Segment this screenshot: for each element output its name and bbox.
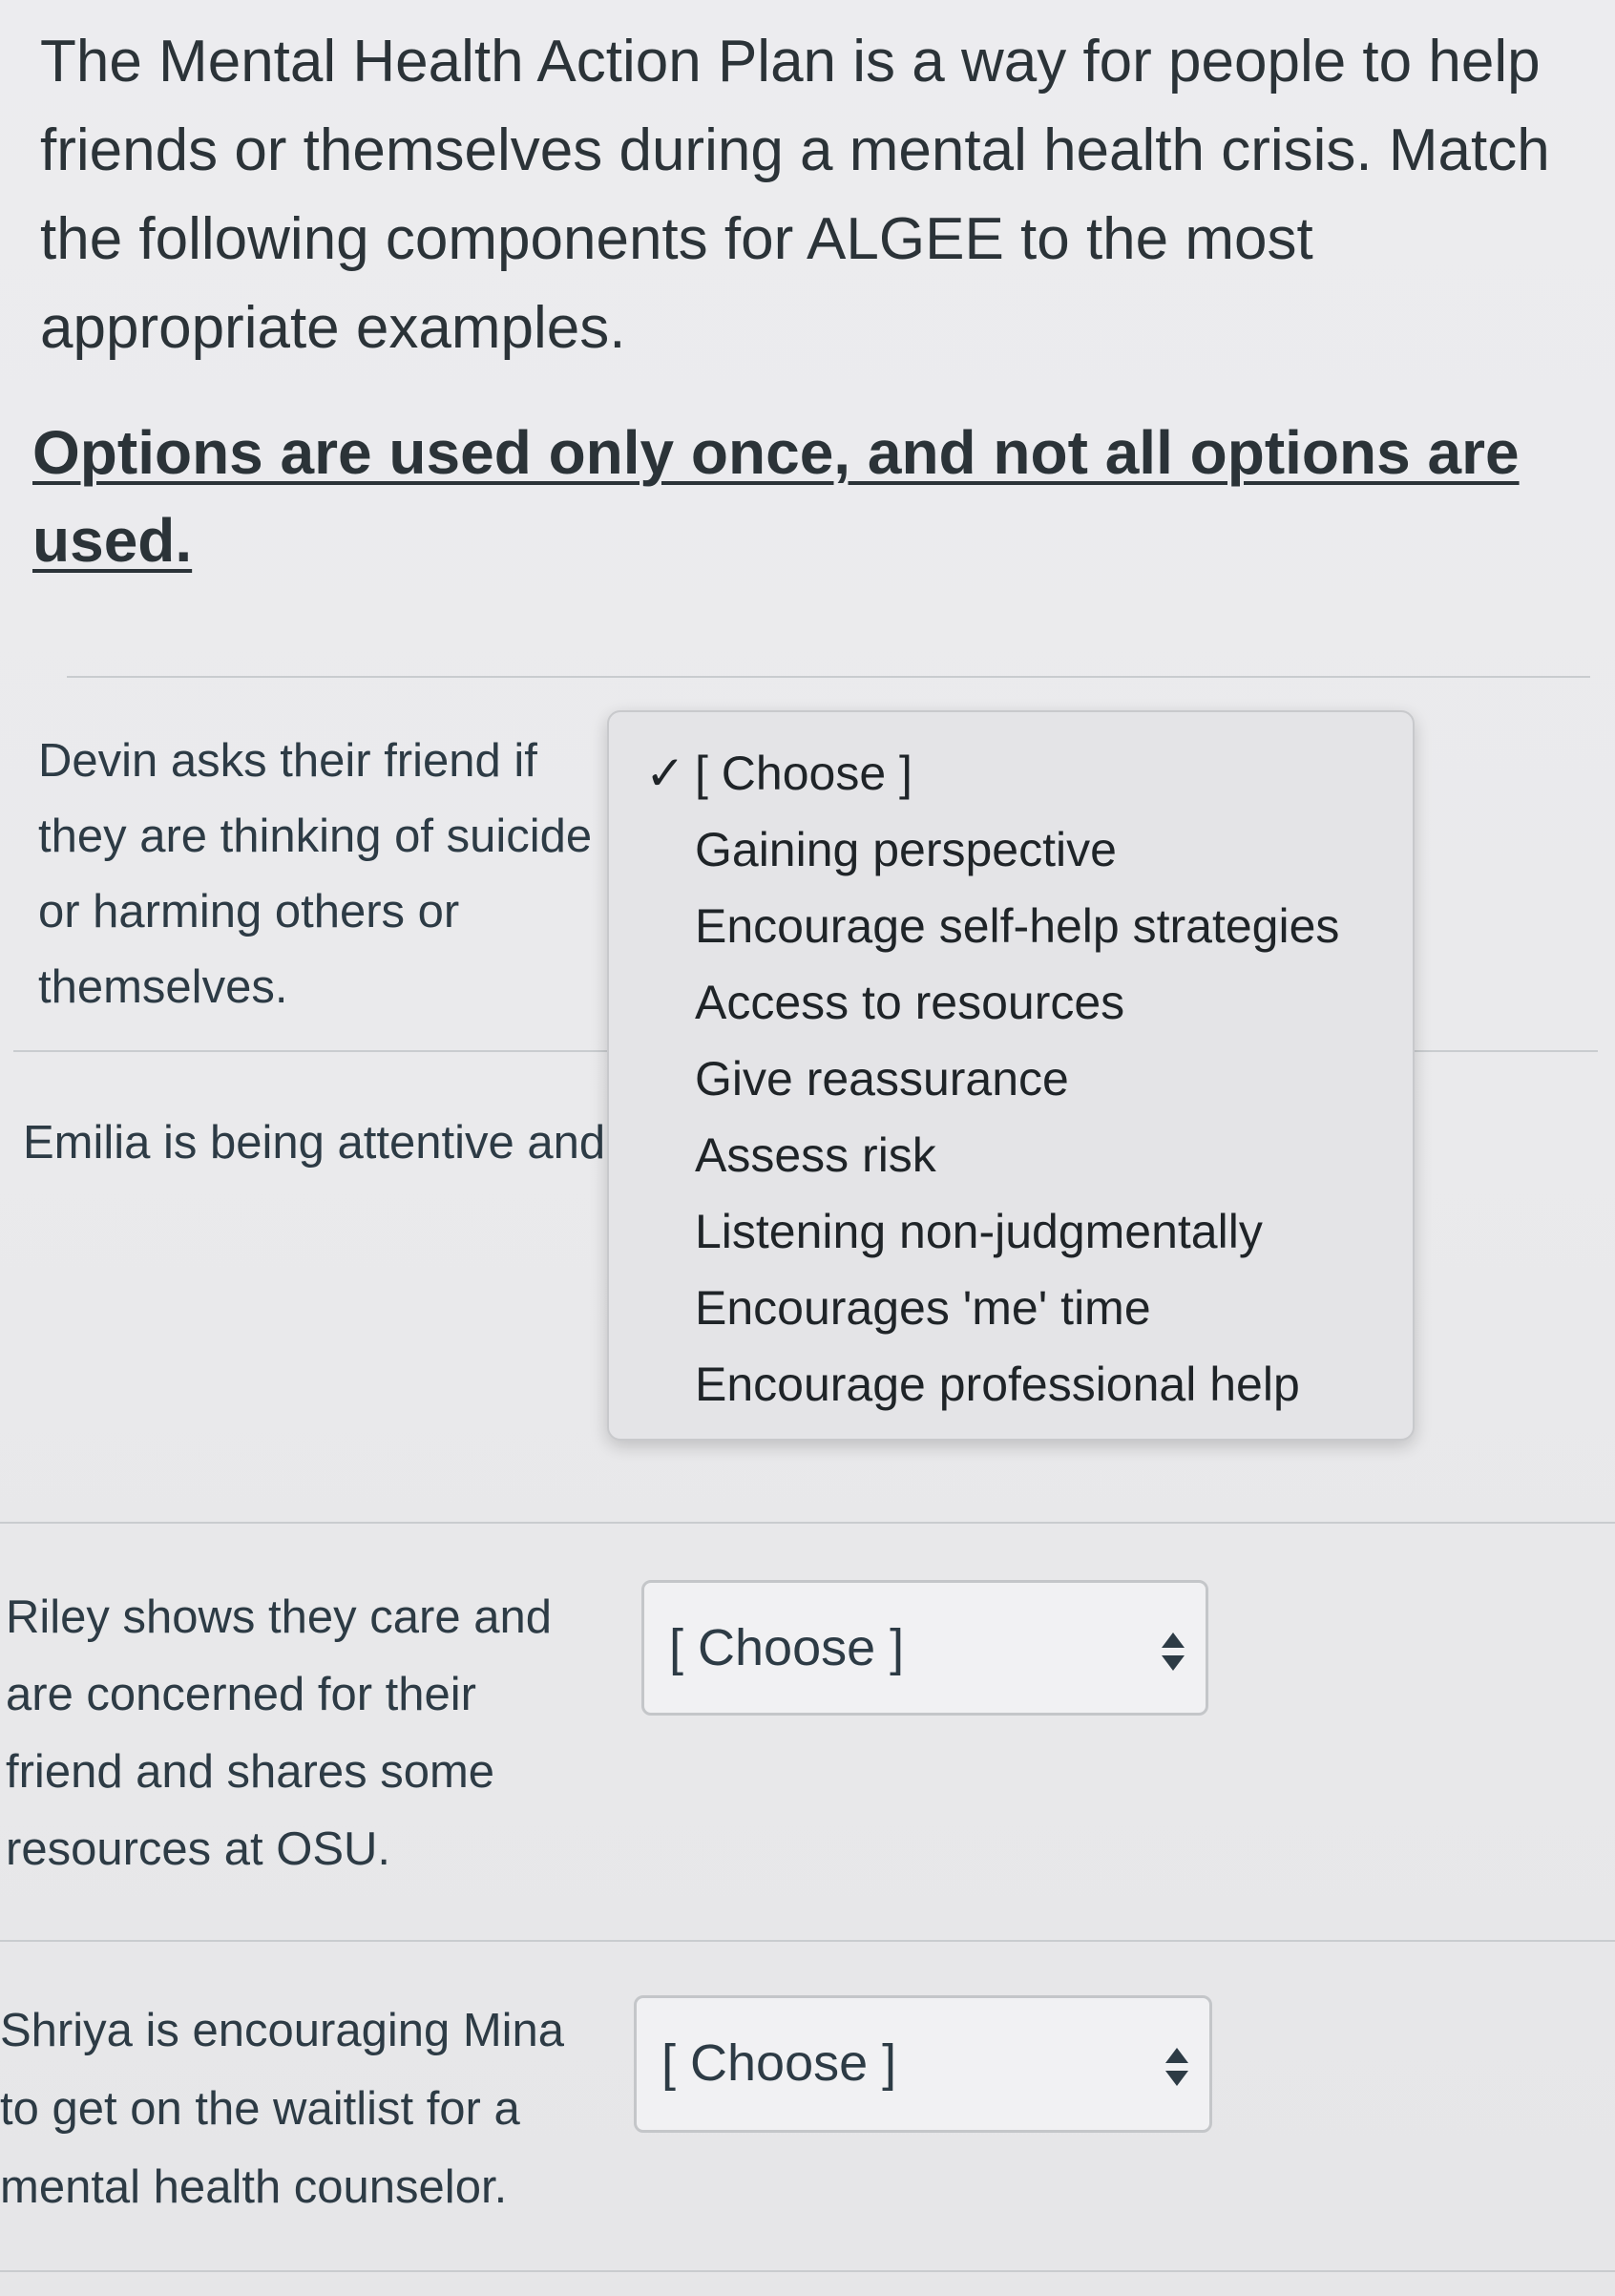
divider bbox=[0, 2270, 1615, 2272]
checkmark-icon: ✓ bbox=[645, 747, 685, 800]
divider bbox=[0, 1522, 1615, 1524]
divider bbox=[67, 676, 1590, 678]
dropdown-option-choose[interactable]: ✓[ Choose ] bbox=[609, 735, 1413, 811]
choose-dropdown-menu[interactable]: ✓[ Choose ] Gaining perspective Encourag… bbox=[607, 710, 1415, 1441]
option-label: Encourage professional help bbox=[695, 1358, 1300, 1411]
up-down-arrows-icon bbox=[1162, 1632, 1185, 1671]
option-label: Give reassurance bbox=[695, 1052, 1069, 1106]
divider bbox=[0, 1940, 1615, 1942]
option-label: Assess risk bbox=[695, 1128, 936, 1182]
match-select-3[interactable]: [ Choose ] bbox=[641, 1580, 1208, 1716]
dropdown-option-gaining-perspective[interactable]: Gaining perspective bbox=[609, 811, 1413, 888]
dropdown-option-assess-risk[interactable]: Assess risk bbox=[609, 1117, 1413, 1193]
dropdown-options: ✓[ Choose ] Gaining perspective Encourag… bbox=[609, 735, 1413, 1422]
option-label: Gaining perspective bbox=[695, 823, 1117, 876]
dropdown-option-reassurance[interactable]: Give reassurance bbox=[609, 1041, 1413, 1117]
dropdown-option-listening[interactable]: Listening non-judgmentally bbox=[609, 1193, 1413, 1270]
dropdown-option-professional-help[interactable]: Encourage professional help bbox=[609, 1346, 1413, 1422]
dropdown-option-self-help[interactable]: Encourage self-help strategies bbox=[609, 888, 1413, 964]
select-value: [ Choose ] bbox=[661, 2034, 897, 2092]
question-intro: The Mental Health Action Plan is a way f… bbox=[40, 29, 1550, 361]
match-prompt-4: Shriya is encouraging Mina to get on the… bbox=[0, 2005, 565, 2213]
option-label: [ Choose ] bbox=[695, 747, 912, 800]
match-prompt-1: Devin asks their friend if they are thin… bbox=[38, 735, 593, 1013]
select-value: [ Choose ] bbox=[669, 1619, 905, 1676]
option-label: Listening non-judgmentally bbox=[695, 1205, 1263, 1258]
question-note: Options are used only once, and not all … bbox=[32, 418, 1520, 575]
up-down-arrows-icon bbox=[1165, 2048, 1188, 2086]
match-select-4[interactable]: [ Choose ] bbox=[634, 1995, 1212, 2133]
dropdown-option-access-resources[interactable]: Access to resources bbox=[609, 964, 1413, 1041]
match-prompt-2: Emilia is being attentive and showing em… bbox=[23, 1117, 617, 1169]
match-prompt-3: Riley shows they care and are concerned … bbox=[6, 1591, 552, 1875]
option-label: Access to resources bbox=[695, 976, 1125, 1029]
dropdown-option-me-time[interactable]: Encourages 'me' time bbox=[609, 1270, 1413, 1346]
option-label: Encourages 'me' time bbox=[695, 1281, 1151, 1335]
option-label: Encourage self-help strategies bbox=[695, 899, 1340, 953]
